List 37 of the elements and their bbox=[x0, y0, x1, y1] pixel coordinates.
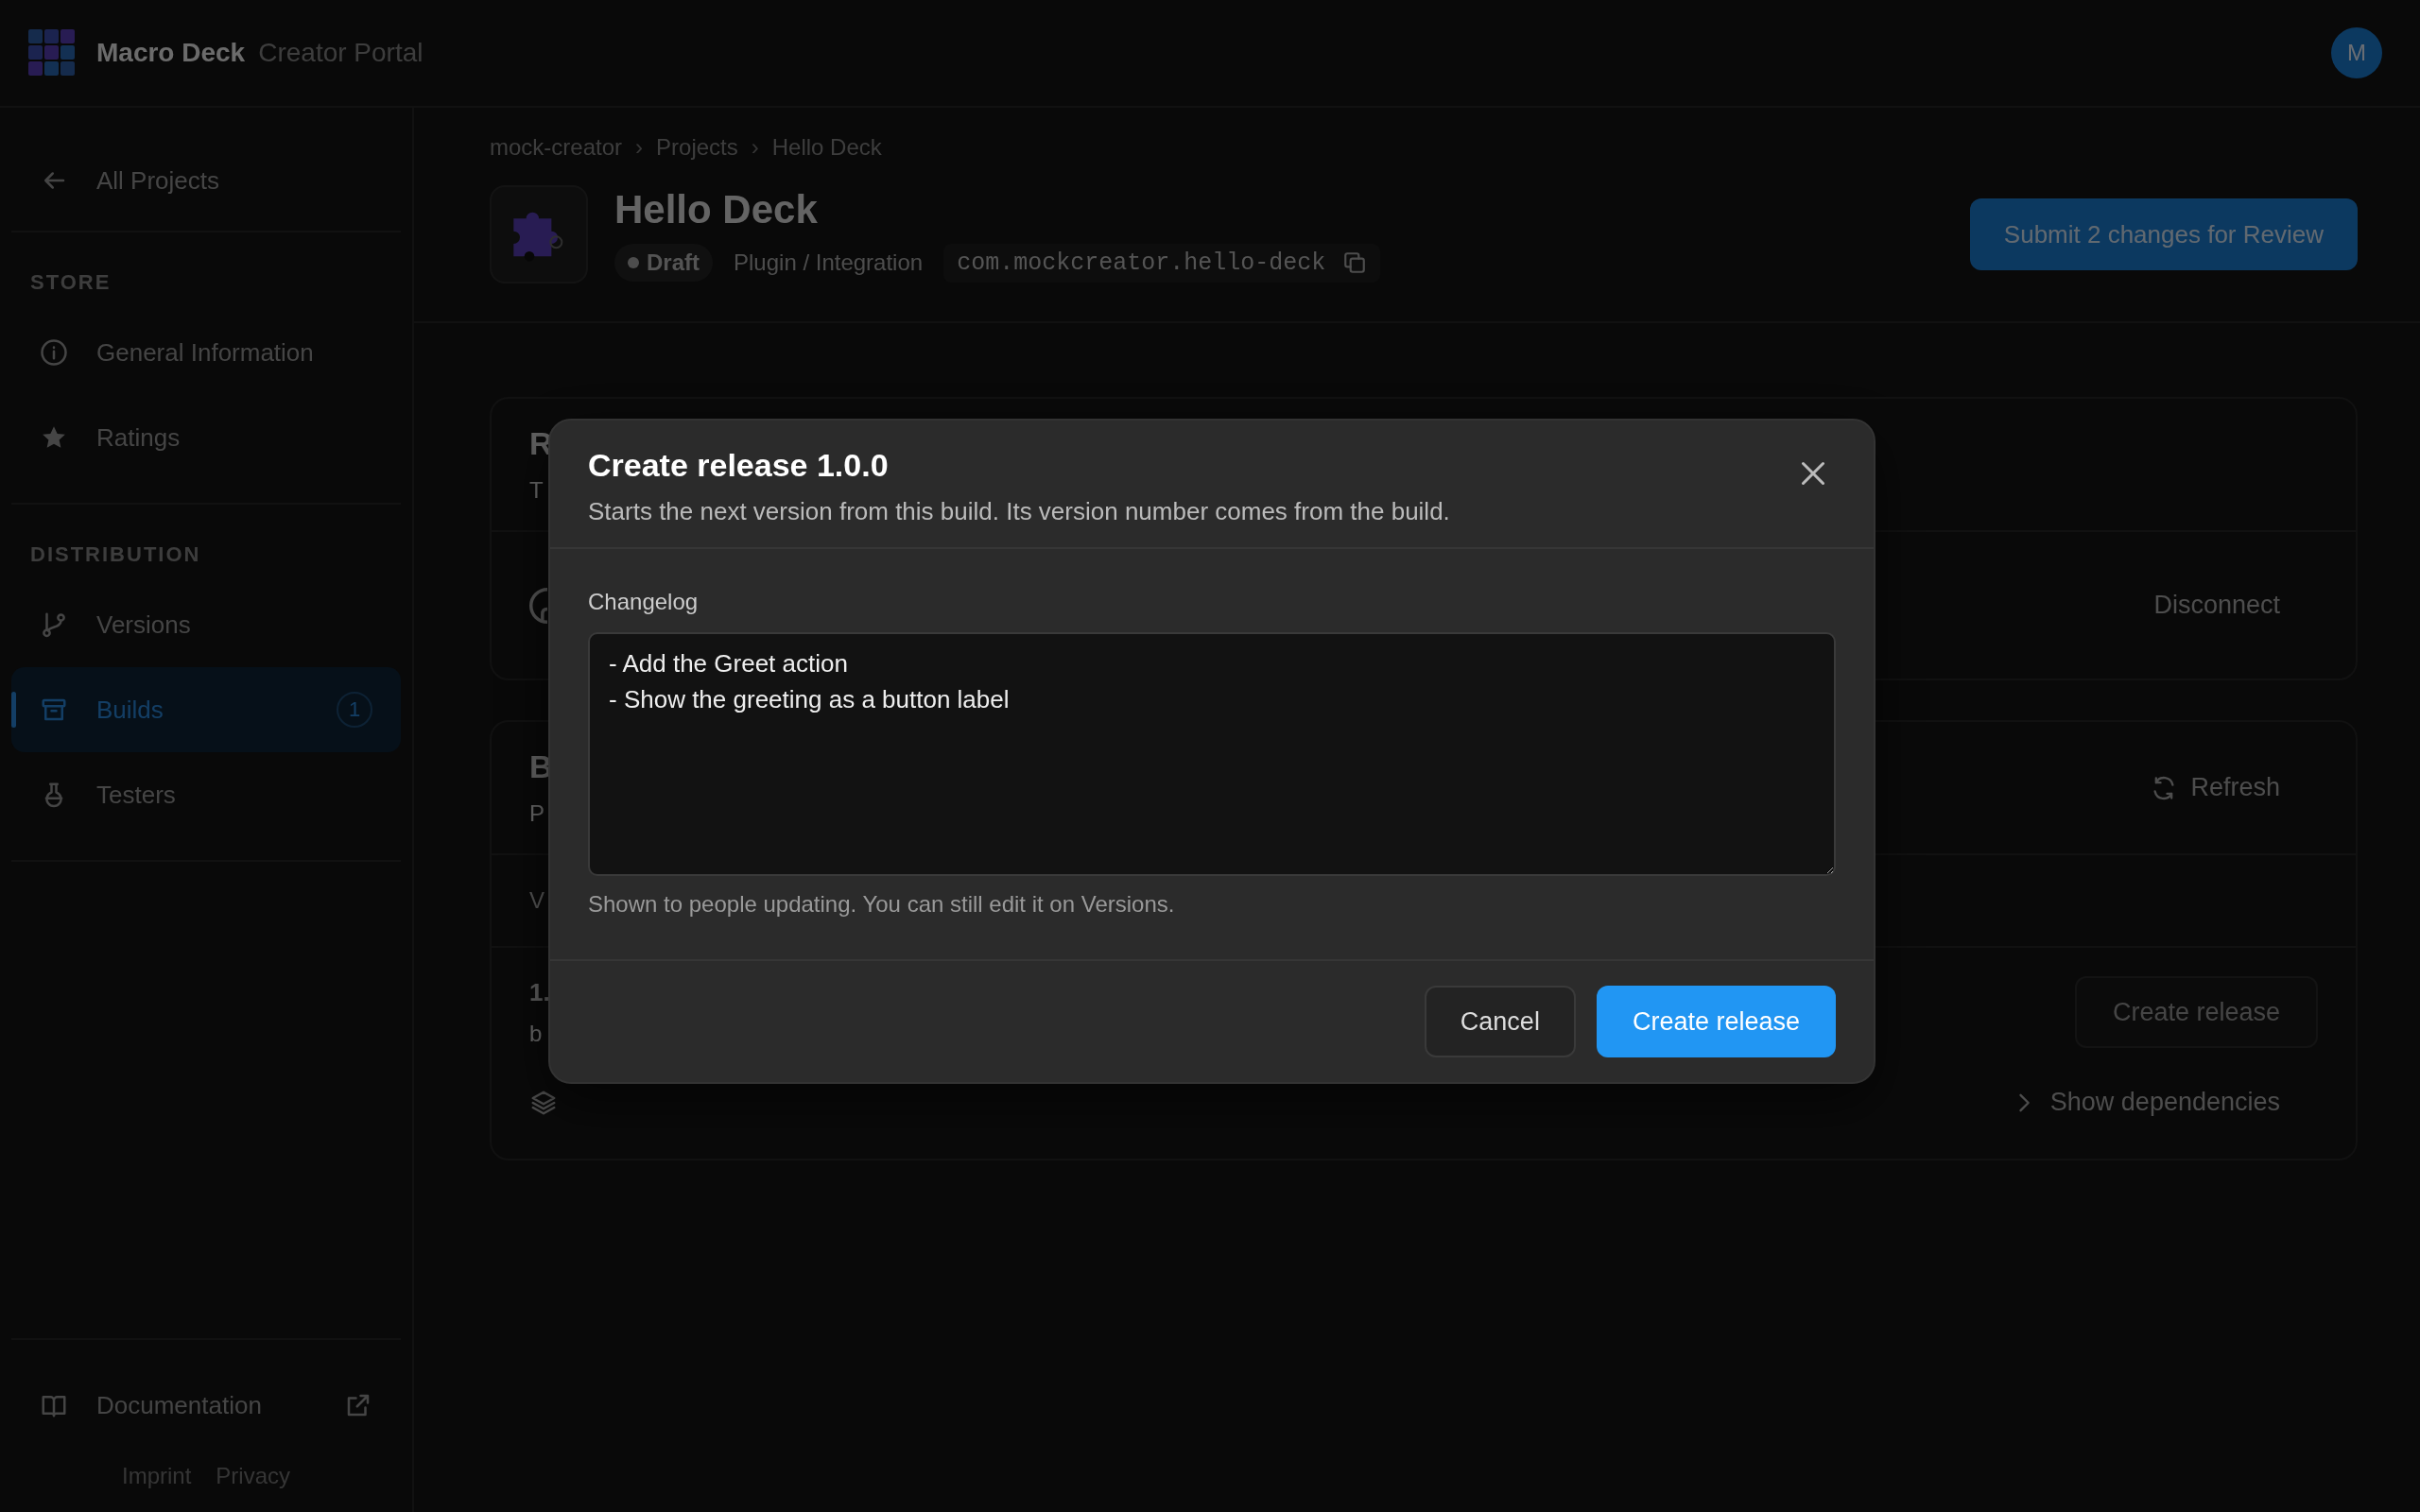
create-release-button[interactable]: Create release bbox=[2074, 976, 2318, 1048]
project-icon bbox=[490, 185, 588, 284]
card-subtitle: T bbox=[529, 477, 544, 504]
count-badge: 1 bbox=[337, 692, 372, 728]
info-icon bbox=[40, 338, 68, 367]
build-version: 1. bbox=[529, 977, 550, 1007]
cancel-button[interactable]: Cancel bbox=[1424, 986, 1576, 1057]
card-subtitle: P bbox=[529, 800, 544, 827]
sidebar-item[interactable]: Versions bbox=[11, 582, 401, 667]
sidebar-item[interactable]: Testers bbox=[11, 752, 401, 837]
sidebar-item[interactable]: Builds 1 bbox=[11, 667, 401, 752]
dialog-title: Create release 1.0.0 bbox=[588, 447, 890, 484]
brand-name[interactable]: Macro Deck bbox=[96, 38, 246, 68]
breadcrumb-separator: › bbox=[751, 134, 759, 161]
field-label: Changelog bbox=[588, 589, 700, 615]
refresh-button[interactable]: Refresh bbox=[2151, 765, 2280, 810]
sidebar-item[interactable]: Ratings bbox=[11, 395, 401, 480]
disconnect-button[interactable]: Disconnect bbox=[2153, 583, 2280, 627]
breadcrumb-separator: › bbox=[635, 134, 644, 161]
back-link[interactable]: All Projects bbox=[11, 130, 401, 232]
column-header: V bbox=[529, 887, 544, 914]
project-title: Hello Deck bbox=[614, 186, 819, 232]
package-id: com.mockcreator.hello-deck bbox=[943, 243, 1381, 283]
build-detail: b bbox=[529, 1020, 544, 1047]
documentation-link[interactable]: Documentation bbox=[11, 1363, 401, 1448]
avatar[interactable]: M bbox=[2331, 27, 2382, 78]
submit-button[interactable]: Submit 2 changes for Review bbox=[1969, 198, 2358, 270]
dialog-description: Starts the next version from this build. Its version number comes from the build. bbox=[588, 497, 1451, 526]
create-release-button[interactable]: Create release bbox=[1596, 986, 1836, 1057]
logo-icon bbox=[28, 29, 76, 77]
branch-icon bbox=[40, 610, 68, 639]
status-badge: Draft bbox=[614, 244, 713, 282]
changelog-field[interactable]: - Add the Greet action - Show the greeting as a button label bbox=[588, 632, 1836, 876]
sidebar-item[interactable]: General Information bbox=[11, 310, 401, 395]
field-hint: Shown to people updating. You can still edit it on Versions. bbox=[588, 891, 1176, 918]
project-type: Plugin / Integration bbox=[734, 249, 924, 276]
dependencies-toggle[interactable]: Show dependencies bbox=[2010, 1080, 2280, 1125]
